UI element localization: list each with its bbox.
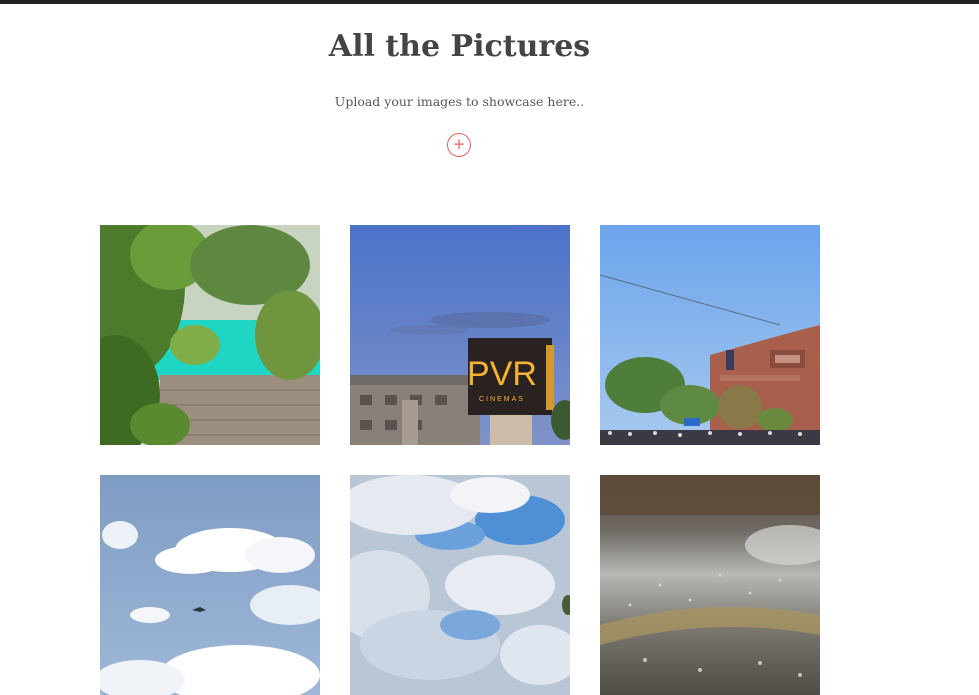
gallery-image-sky-plane[interactable] [100,475,320,695]
trees-photo [100,225,320,445]
building-photo [600,225,820,445]
page-title: All the Pictures [328,29,591,64]
clouds-photo [350,475,570,695]
sky-plane-photo [100,475,320,695]
pvr-sign-text: PVR [467,355,537,393]
gallery-image-rain[interactable] [600,475,820,695]
upload-button[interactable]: + [447,133,471,157]
pvr-photo: PVR CINEMAS [350,225,570,445]
top-bar [0,0,979,4]
gallery-image-trees[interactable] [100,225,320,445]
pvr-sign-subtext: CINEMAS [479,396,525,403]
rain-photo [600,475,820,695]
gallery-image-clouds[interactable] [350,475,570,695]
page-subtitle: Upload your images to showcase here.. [334,94,585,109]
gallery-image-pvr[interactable]: PVR CINEMAS [350,225,570,445]
gallery-image-building[interactable] [600,225,820,445]
image-gallery: PVR CINEMAS [100,225,820,695]
